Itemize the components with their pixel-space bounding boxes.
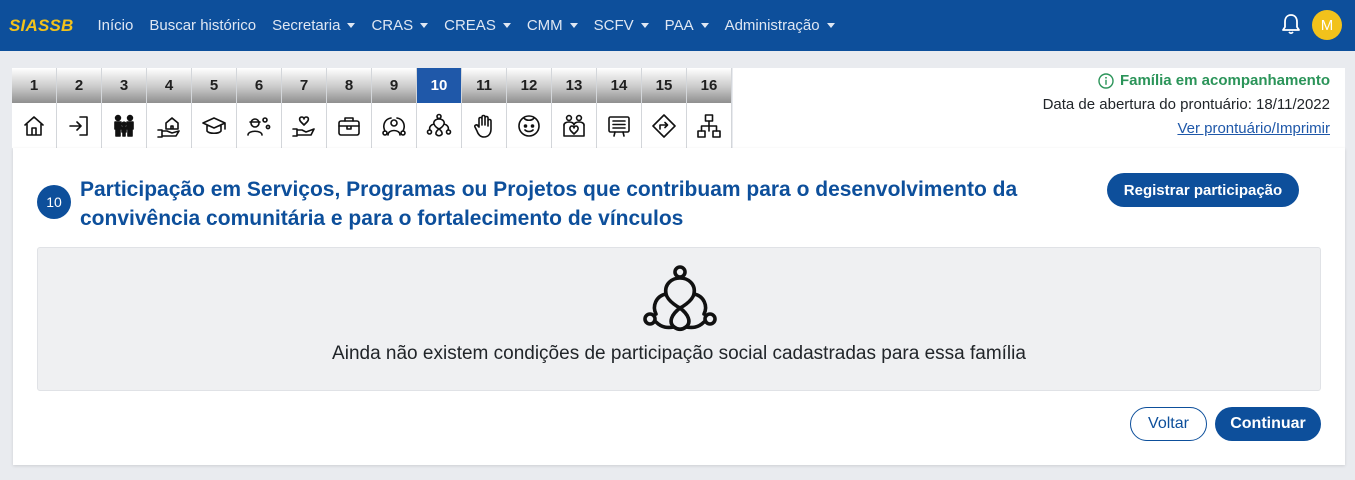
nav-item-paa[interactable]: PAA [665,17,709,34]
empty-state-message: Ainda não existem condições de participa… [332,343,1026,364]
nav-item-label: PAA [664,17,694,34]
step-tab-4[interactable]: 4 [147,68,192,148]
nav-item-label: Início [97,17,134,34]
empty-state: Ainda não existem condições de participa… [37,247,1321,391]
step-number: 4 [147,68,191,103]
register-participation-button[interactable]: Registrar participação [1107,173,1299,207]
caret-down-icon [420,23,429,28]
back-button[interactable]: Voltar [1130,407,1207,441]
nav-item-secretaria[interactable]: Secretaria [272,17,356,34]
nav-menu: Início Buscar histórico Secretaria CRAS CREA… [98,17,851,34]
family-status-label: Família em acompanhamento [1119,72,1330,89]
step-tab-14[interactable]: 14 [597,68,642,148]
family-icon [102,103,146,148]
step-tab-16[interactable]: 16 [687,68,732,148]
view-print-record-link[interactable]: Ver prontuário/Imprimir [1177,120,1330,137]
community-bond-icon [417,103,461,148]
step-tab-2[interactable]: 2 [57,68,102,148]
step-number: 15 [642,68,686,103]
nav-item-cras[interactable]: CRAS [371,17,429,34]
step-number: 5 [192,68,236,103]
nav-item-scfv[interactable]: SCFV [594,17,649,34]
step-number: 8 [327,68,371,103]
step-tabs: 1 2 3 4 5 6 7 8 9 10 11 12 13 14 15 16 [12,68,732,148]
step-number: 11 [462,68,506,103]
briefcase-icon [327,103,371,148]
step-tab-3[interactable]: 3 [102,68,147,148]
people-heart-icon [372,103,416,148]
brand-logo[interactable]: SIASSB [9,16,74,36]
record-opened-date: Data de abertura do prontuário: 18/11/20… [1042,96,1330,113]
section-number-badge: 10 [37,185,71,219]
group-heart-icon [552,103,596,148]
nav-item-label: Buscar histórico [149,17,257,34]
caret-down-icon [347,23,356,28]
step-tab-7[interactable]: 7 [282,68,327,148]
step-number: 6 [237,68,281,103]
graduation-cap-icon [192,103,236,148]
step-number: 12 [507,68,551,103]
hand-house-icon [147,103,191,148]
step-number: 2 [57,68,101,103]
org-chart-icon [687,103,731,148]
step-number: 16 [687,68,731,103]
nav-item-label: CREAS [444,17,496,34]
step-tab-9[interactable]: 9 [372,68,417,148]
stop-hand-icon [462,103,506,148]
step-tab-11[interactable]: 11 [462,68,507,148]
step-number: 13 [552,68,596,103]
step-number: 3 [102,68,146,103]
step-tab-5[interactable]: 5 [192,68,237,148]
caret-down-icon [502,23,511,28]
nav-item-creas[interactable]: CREAS [444,17,511,34]
record-info-panel: Família em acompanhamento Data de abertu… [733,68,1345,148]
nav-item-buscar-hist-rico[interactable]: Buscar histórico [149,17,256,34]
nav-item-cmm[interactable]: CMM [527,17,578,34]
route-sign-icon [642,103,686,148]
bell-icon[interactable] [1281,13,1301,35]
sign-in-icon [57,103,101,148]
step-tab-15[interactable]: 15 [642,68,687,148]
step-number: 7 [282,68,326,103]
user-avatar[interactable]: M [1312,10,1342,40]
family-status: Família em acompanhamento [1098,72,1330,89]
community-bond-icon [643,265,717,332]
nav-item-label: CRAS [371,17,414,34]
step-tab-1[interactable]: 1 [12,68,57,148]
worker-gear-icon [237,103,281,148]
caret-down-icon [640,23,649,28]
caret-down-icon [569,23,578,28]
child-face-icon [507,103,551,148]
caret-down-icon [826,23,835,28]
step-tab-8[interactable]: 8 [327,68,372,148]
nav-item-label: CMM [526,17,563,34]
nav-item-label: Administração [724,17,820,34]
step-tab-10[interactable]: 10 [417,68,462,148]
home-icon [12,103,56,148]
step-number: 10 [417,68,461,103]
nav-item-in-cio[interactable]: Início [98,17,134,34]
nav-item-administra-o[interactable]: Administração [725,17,835,34]
step-tab-13[interactable]: 13 [552,68,597,148]
presentation-board-icon [597,103,641,148]
section-title: Participação em Serviços, Programas ou P… [80,178,1018,230]
step-number: 9 [372,68,416,103]
top-navbar: SIASSB Início Buscar histórico Secretaria C… [0,0,1355,51]
step-tab-12[interactable]: 12 [507,68,552,148]
info-circle-icon [1098,72,1114,89]
step-tab-6[interactable]: 6 [237,68,282,148]
step-number: 1 [12,68,56,103]
continue-button[interactable]: Continuar [1215,407,1321,441]
nav-item-label: SCFV [593,17,634,34]
hand-heart-icon [282,103,326,148]
nav-item-label: Secretaria [272,17,341,34]
section-card: 10 Participação em Serviços, Programas o… [13,148,1345,465]
caret-down-icon [700,23,709,28]
step-number: 14 [597,68,641,103]
